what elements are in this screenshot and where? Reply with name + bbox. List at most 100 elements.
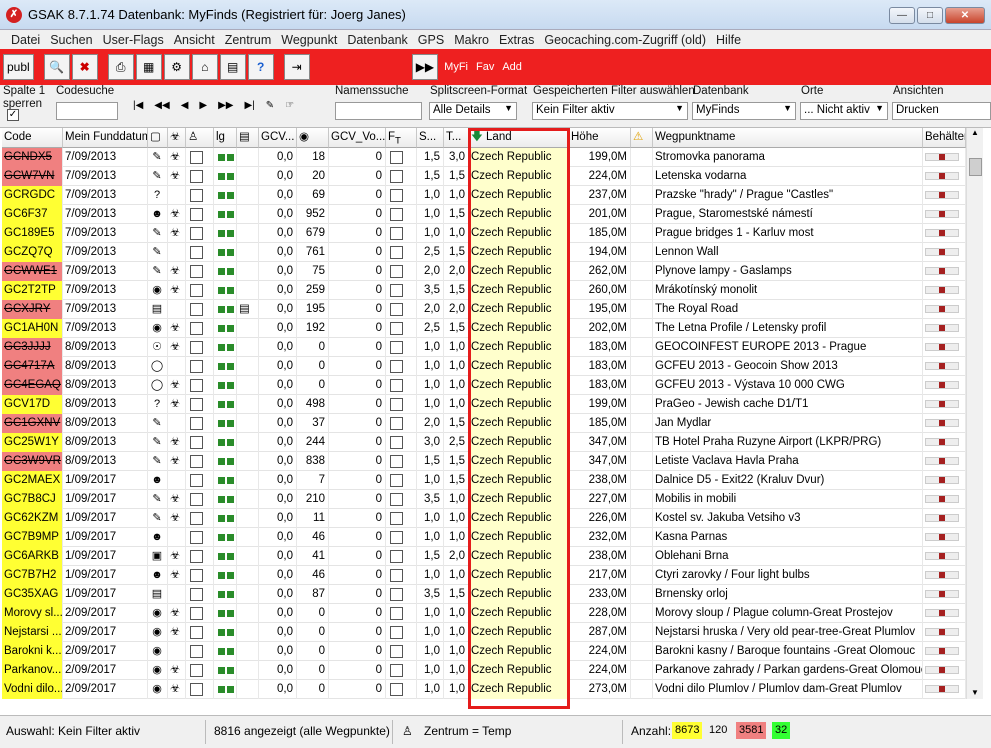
scroll-up-icon[interactable]: ▲ bbox=[967, 128, 983, 142]
cache-code[interactable]: GCV17D bbox=[2, 395, 63, 414]
found-checkbox-cell[interactable] bbox=[186, 661, 214, 680]
next-page-icon[interactable]: ▶▶ bbox=[218, 100, 233, 111]
last-record-icon[interactable]: ▶| bbox=[244, 100, 254, 111]
found-checkbox-cell[interactable] bbox=[186, 167, 214, 186]
table-row[interactable]: GCXJRY 7/09/2013 ▤ ▤ 0,0 195 0 2,0 2,0 Czech Repu… bbox=[2, 300, 966, 319]
cache-code[interactable]: GCRGDC bbox=[2, 186, 63, 205]
cache-code[interactable]: GCZQ7Q bbox=[2, 243, 63, 262]
cache-code[interactable]: GC25W1Y bbox=[2, 433, 63, 452]
ftf-cell[interactable] bbox=[386, 319, 417, 338]
row-checkbox[interactable] bbox=[190, 664, 203, 677]
row-checkbox[interactable] bbox=[190, 645, 203, 658]
ftf-cell[interactable] bbox=[386, 281, 417, 300]
ftf-cell[interactable] bbox=[386, 661, 417, 680]
row-checkbox[interactable] bbox=[190, 512, 203, 525]
column-header-behaelter[interactable]: Behälter bbox=[923, 128, 966, 148]
row-checkbox[interactable] bbox=[190, 569, 203, 582]
row-checkbox[interactable] bbox=[190, 284, 203, 297]
first-record-icon[interactable]: |◀ bbox=[133, 100, 143, 111]
ftf-cell[interactable] bbox=[386, 433, 417, 452]
ftf-cell[interactable] bbox=[386, 680, 417, 699]
table-row[interactable]: GC7B7H2 1/09/2017 ☻ ☣ 0,0 46 0 1,0 1,0 Czech Repu… bbox=[2, 566, 966, 585]
table-row[interactable]: GC4717A 8/09/2013 ◯ 0,0 0 0 1,0 1,0 Czech Republ… bbox=[2, 357, 966, 376]
cache-code[interactable]: GC1AH0N bbox=[2, 319, 63, 338]
found-checkbox-cell[interactable] bbox=[186, 680, 214, 699]
found-checkbox-cell[interactable] bbox=[186, 243, 214, 262]
row-checkbox[interactable] bbox=[190, 493, 203, 506]
waypoint-name[interactable]: Prazske "hrady" / Prague "Castles" bbox=[653, 186, 923, 205]
found-checkbox-cell[interactable] bbox=[186, 395, 214, 414]
ftf-cell[interactable] bbox=[386, 376, 417, 395]
column-header-attr[interactable]: ☣ bbox=[168, 128, 186, 148]
add-button[interactable]: Add bbox=[502, 61, 522, 73]
found-checkbox-cell[interactable] bbox=[186, 566, 214, 585]
fav-button[interactable]: Fav bbox=[476, 61, 494, 73]
waypoint-name[interactable]: GEOCOINFEST EUROPE 2013 - Prague bbox=[653, 338, 923, 357]
ftf-checkbox[interactable] bbox=[390, 322, 403, 335]
row-checkbox[interactable] bbox=[190, 436, 203, 449]
ftf-checkbox[interactable] bbox=[390, 436, 403, 449]
cache-code[interactable]: Morovy sl... bbox=[2, 604, 63, 623]
cache-code[interactable]: GC1GXNV bbox=[2, 414, 63, 433]
row-checkbox[interactable] bbox=[190, 227, 203, 240]
ftf-checkbox[interactable] bbox=[390, 645, 403, 658]
found-checkbox-cell[interactable] bbox=[186, 148, 214, 167]
table-row[interactable]: GC3W9VR 8/09/2013 ✎ ☣ 0,0 838 0 1,5 1,5 Czech Rep… bbox=[2, 452, 966, 471]
table-row[interactable]: GC6F37 7/09/2013 ☻ ☣ 0,0 952 0 1,0 1,5 Czech Repu… bbox=[2, 205, 966, 224]
found-checkbox-cell[interactable] bbox=[186, 319, 214, 338]
scroll-down-icon[interactable]: ▼ bbox=[967, 688, 983, 697]
cache-code[interactable]: Vodni dilo... bbox=[2, 680, 63, 699]
column-header-gcvvo[interactable]: GCV_Vo... bbox=[329, 128, 386, 148]
ftf-checkbox[interactable] bbox=[390, 246, 403, 259]
row-checkbox[interactable] bbox=[190, 474, 203, 487]
waypoint-name[interactable]: Stromovka panorama bbox=[653, 148, 923, 167]
ansichten-select[interactable]: Drucken bbox=[892, 102, 991, 120]
table-row[interactable]: GC7B9MP 1/09/2017 ☻ 0,0 46 0 1,0 1,0 Czech Repub… bbox=[2, 528, 966, 547]
found-checkbox-cell[interactable] bbox=[186, 547, 214, 566]
ftf-checkbox[interactable] bbox=[390, 455, 403, 468]
column-header-s[interactable]: S... bbox=[417, 128, 444, 148]
ftf-cell[interactable] bbox=[386, 243, 417, 262]
cache-code[interactable]: GC6F37 bbox=[2, 205, 63, 224]
column-header-notes[interactable]: ▤ bbox=[237, 128, 259, 148]
column-header-lg[interactable]: lg bbox=[214, 128, 237, 148]
ftf-checkbox[interactable] bbox=[390, 588, 403, 601]
table-row[interactable]: Parkanov... 2/09/2017 ◉ ☣ 0,0 0 0 1,0 1,0 Czech R… bbox=[2, 661, 966, 680]
table-row[interactable]: GC62KZM 1/09/2017 ✎ ☣ 0,0 11 0 1,0 1,0 Czech Repu… bbox=[2, 509, 966, 528]
waypoint-name[interactable]: Ctyri zarovky / Four light bulbs bbox=[653, 566, 923, 585]
column-header-type[interactable]: ▢ bbox=[148, 128, 168, 148]
ftf-checkbox[interactable] bbox=[390, 341, 403, 354]
row-checkbox[interactable] bbox=[190, 208, 203, 221]
found-checkbox-cell[interactable] bbox=[186, 338, 214, 357]
ftf-cell[interactable] bbox=[386, 148, 417, 167]
waypoint-name[interactable]: Morovy sloup / Plague column-Great Prost… bbox=[653, 604, 923, 623]
column-header-t[interactable]: T... bbox=[444, 128, 469, 148]
cache-code[interactable]: GC4717A bbox=[2, 357, 63, 376]
found-checkbox-cell[interactable] bbox=[186, 376, 214, 395]
column-header-warning[interactable]: ⚠ bbox=[631, 128, 653, 148]
found-checkbox-cell[interactable] bbox=[186, 224, 214, 243]
ftf-cell[interactable] bbox=[386, 547, 417, 566]
waypoint-name[interactable]: Prague bridges 1 - Karluv most bbox=[653, 224, 923, 243]
waypoint-name[interactable]: Parkanove zahrady / Parkan gardens-Great… bbox=[653, 661, 923, 680]
ftf-checkbox[interactable] bbox=[390, 550, 403, 563]
table-row[interactable]: GCV17D 8/09/2013? ☣ 0,0 498 0 1,0 1,0 Czech Repu… bbox=[2, 395, 966, 414]
ftf-cell[interactable] bbox=[386, 357, 417, 376]
menu-item[interactable]: Ansicht bbox=[169, 33, 220, 47]
waypoint-name[interactable]: Jan Mydlar bbox=[653, 414, 923, 433]
waypoint-name[interactable]: Oblehani Brna bbox=[653, 547, 923, 566]
column-header-found[interactable]: ♙ bbox=[186, 128, 214, 148]
waypoint-name[interactable]: Nejstarsi hruska / Very old pear-tree-Gr… bbox=[653, 623, 923, 642]
cache-code[interactable]: GC2T2TP bbox=[2, 281, 63, 300]
ftf-cell[interactable] bbox=[386, 414, 417, 433]
ftf-cell[interactable] bbox=[386, 642, 417, 661]
ftf-cell[interactable] bbox=[386, 566, 417, 585]
table-row[interactable]: GC4EGAQ 8/09/2013 ◯ ☣ 0,0 0 0 1,0 1,0 Czech Repub… bbox=[2, 376, 966, 395]
row-checkbox[interactable] bbox=[190, 170, 203, 183]
column-header-code[interactable]: Code bbox=[2, 128, 63, 148]
next-record-icon[interactable]: ▶ bbox=[199, 100, 207, 111]
waypoint-name[interactable]: GCFEU 2013 - Výstava 10 000 CWG bbox=[653, 376, 923, 395]
ftf-cell[interactable] bbox=[386, 528, 417, 547]
row-checkbox[interactable] bbox=[190, 588, 203, 601]
codesuche-input[interactable] bbox=[56, 102, 118, 120]
